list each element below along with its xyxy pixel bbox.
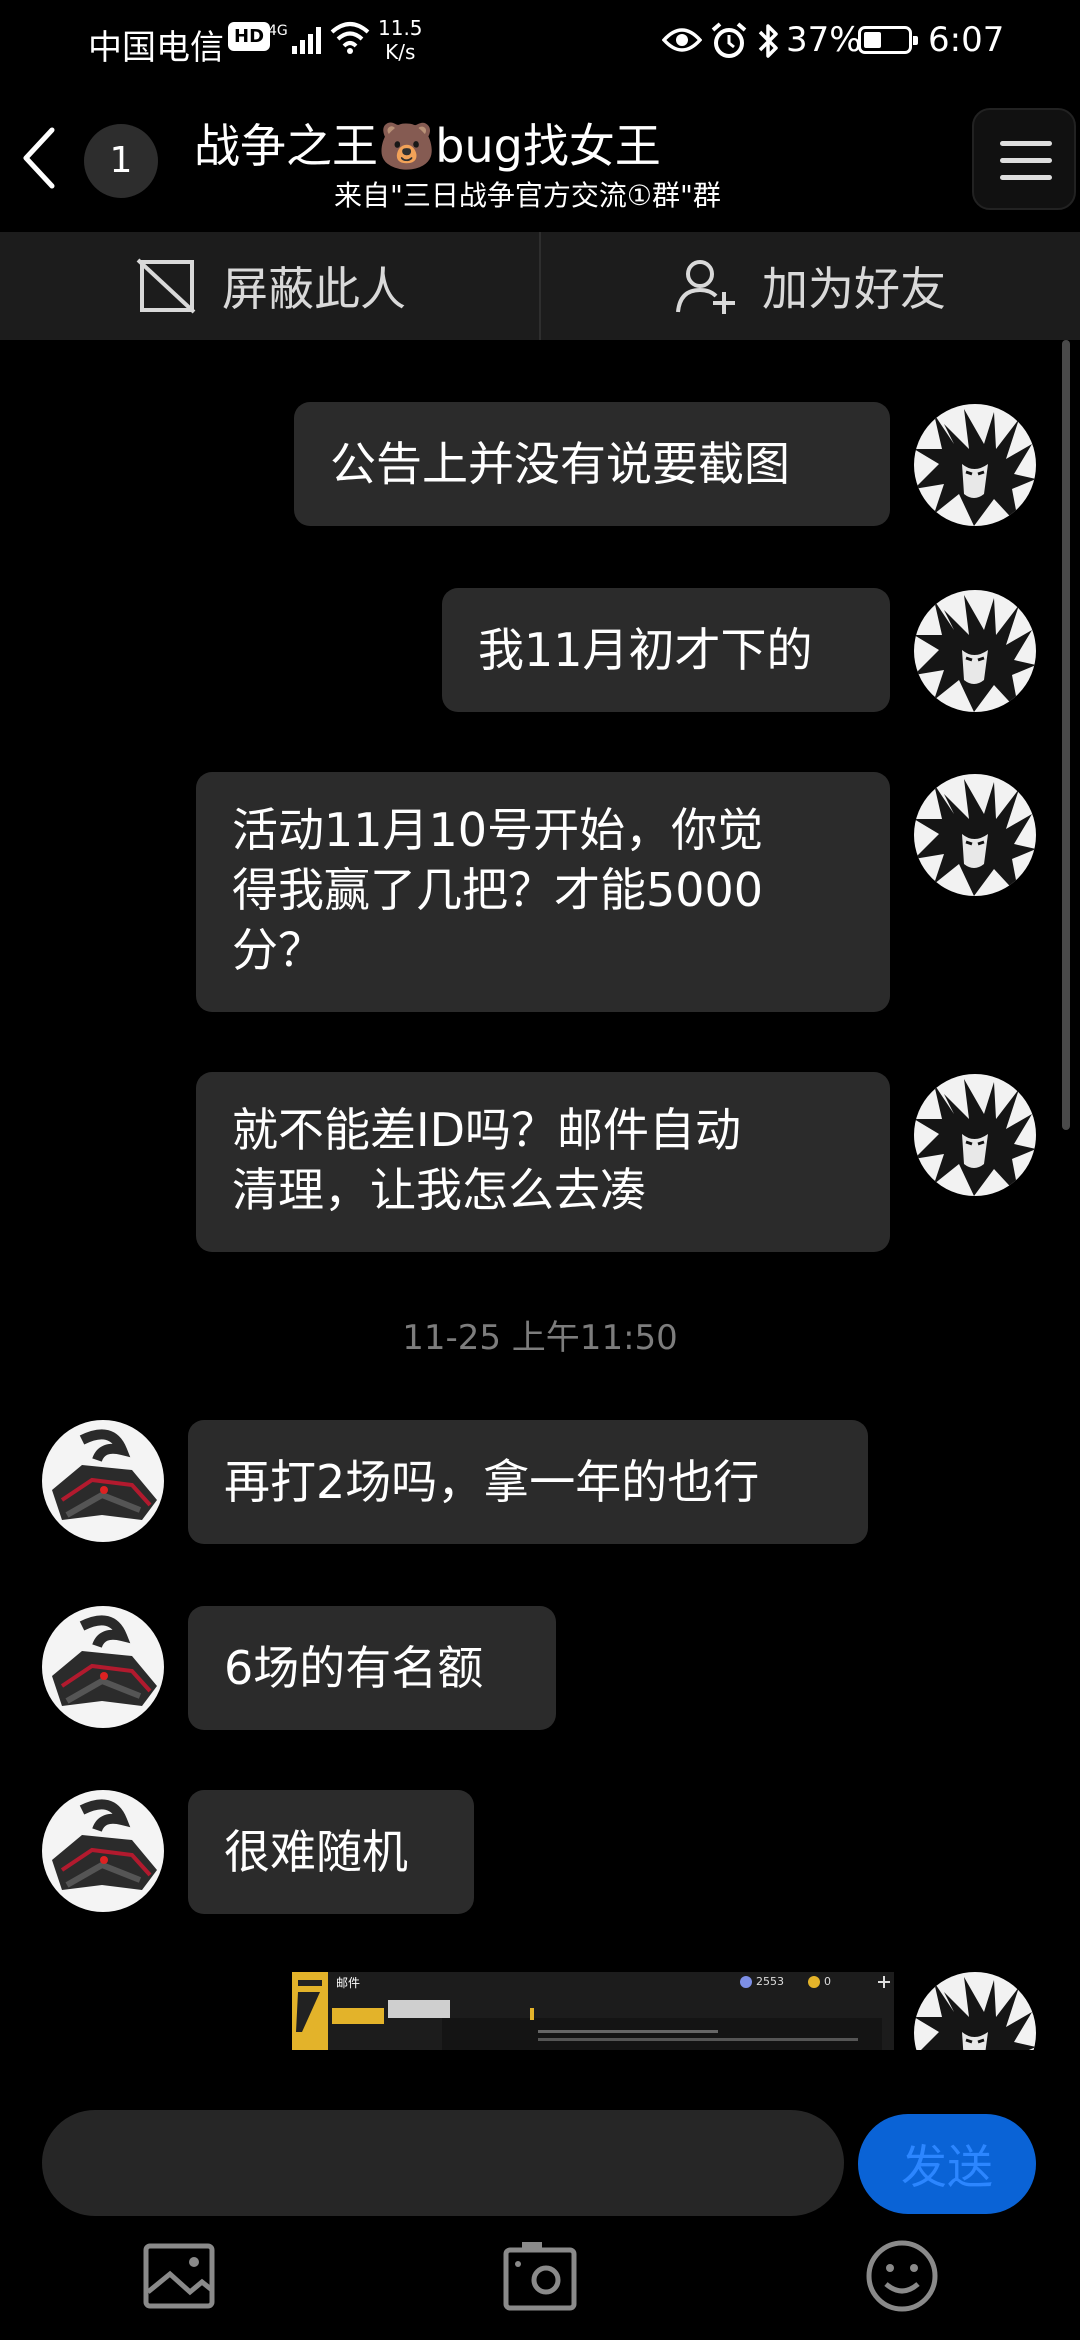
alarm-icon bbox=[711, 22, 747, 58]
message-bubble-outgoing[interactable]: 就不能差ID吗？邮件自动 清理，让我怎么去凑 bbox=[196, 1072, 890, 1252]
hd-badge: HD bbox=[228, 22, 271, 51]
battery-percent: 37% bbox=[786, 20, 862, 60]
message-timestamp: 11-25 上午11:50 bbox=[402, 1318, 678, 1358]
sender-avatar[interactable] bbox=[42, 1420, 164, 1542]
self-avatar[interactable] bbox=[914, 404, 1036, 526]
self-avatar[interactable] bbox=[914, 1972, 1036, 2050]
camera-icon[interactable] bbox=[500, 2236, 580, 2316]
emoji-icon[interactable] bbox=[862, 2236, 942, 2316]
carrier-label: 中国电信 bbox=[88, 28, 224, 68]
speed-value: 11.5 bbox=[378, 16, 423, 40]
message-text-line: 就不能差ID吗？邮件自动 bbox=[232, 1103, 741, 1157]
back-icon[interactable] bbox=[14, 124, 62, 192]
sender-avatar[interactable] bbox=[42, 1606, 164, 1728]
message-text-line: 得我赢了几把？才能5000 bbox=[232, 863, 764, 917]
message-text: 我11月初才下的 bbox=[478, 623, 813, 677]
message-text-line: 分？ bbox=[232, 923, 324, 977]
message-input[interactable] bbox=[42, 2110, 844, 2216]
input-area: 发送 bbox=[0, 2080, 1080, 2340]
message-bubble-outgoing[interactable]: 我11月初才下的 bbox=[442, 588, 890, 712]
block-label: 屏蔽此人 bbox=[222, 262, 406, 316]
network-speed: 11.5 K/s bbox=[378, 16, 423, 64]
chat-subtitle: 来自"三日战争官方交流①群"群 bbox=[334, 179, 721, 212]
sender-avatar[interactable] bbox=[42, 1790, 164, 1912]
add-friend-icon bbox=[676, 260, 735, 314]
message-text: 很难随机 bbox=[224, 1825, 408, 1879]
clock: 6:07 bbox=[928, 20, 1005, 60]
battery-icon bbox=[858, 26, 918, 54]
image-title: 邮件 bbox=[336, 1976, 361, 1990]
signal-icon bbox=[292, 27, 321, 54]
bluetooth-icon bbox=[758, 24, 778, 58]
message-bubble-outgoing[interactable]: 活动11月10号开始，你觉 得我赢了几把？才能5000 分？ bbox=[196, 772, 890, 1012]
message-text-line: 活动11月10号开始，你觉 bbox=[232, 803, 764, 857]
unread-count-badge[interactable]: 1 bbox=[84, 124, 158, 198]
message-bubble-incoming[interactable]: 再打2场吗，拿一年的也行 bbox=[188, 1420, 868, 1544]
network-type: 4G bbox=[268, 23, 288, 39]
self-avatar[interactable] bbox=[914, 1074, 1036, 1196]
menu-button[interactable] bbox=[972, 108, 1076, 210]
message-bubble-incoming[interactable]: 很难随机 bbox=[188, 1790, 474, 1914]
eye-icon bbox=[662, 28, 702, 52]
chat-header: 1 战争之王🐻bug找女王 来自"三日战争官方交流①群"群 bbox=[0, 84, 1080, 232]
message-bubble-outgoing[interactable]: 公告上并没有说要截图 bbox=[294, 402, 890, 526]
message-text: 再打2场吗，拿一年的也行 bbox=[224, 1455, 760, 1509]
block-user-button[interactable]: 屏蔽此人 bbox=[0, 232, 540, 340]
image-currency-1: 2553 bbox=[756, 1975, 784, 1988]
game-screenshot-thumbnail bbox=[292, 1972, 894, 2050]
message-bubble-incoming[interactable]: 6场的有名额 bbox=[188, 1606, 556, 1730]
message-text: 公告上并没有说要截图 bbox=[330, 437, 790, 491]
message-text: 6场的有名额 bbox=[224, 1641, 484, 1695]
image-currency-2: 0 bbox=[824, 1975, 831, 1988]
status-bar: 中国电信 HD 4G 11.5 K/s 37% 6:07 bbox=[0, 0, 1080, 84]
message-text-line: 清理，让我怎么去凑 bbox=[232, 1163, 646, 1217]
add-friend-button[interactable]: 加为好友 bbox=[540, 232, 1080, 340]
self-avatar[interactable] bbox=[914, 774, 1036, 896]
wifi-icon bbox=[330, 22, 370, 54]
add-friend-label: 加为好友 bbox=[762, 262, 946, 316]
speed-unit: K/s bbox=[385, 40, 416, 64]
image-icon[interactable] bbox=[140, 2236, 220, 2316]
block-icon bbox=[136, 258, 196, 314]
chat-title: 战争之王🐻bug找女王 bbox=[194, 119, 661, 173]
menu-icon bbox=[1000, 141, 1052, 146]
image-message[interactable]: 邮件 2553 0 bbox=[292, 1972, 894, 2050]
scrollbar[interactable] bbox=[1062, 340, 1070, 1130]
send-button[interactable]: 发送 bbox=[858, 2114, 1036, 2214]
self-avatar[interactable] bbox=[914, 590, 1036, 712]
action-bar: 屏蔽此人 加为好友 bbox=[0, 232, 1080, 340]
